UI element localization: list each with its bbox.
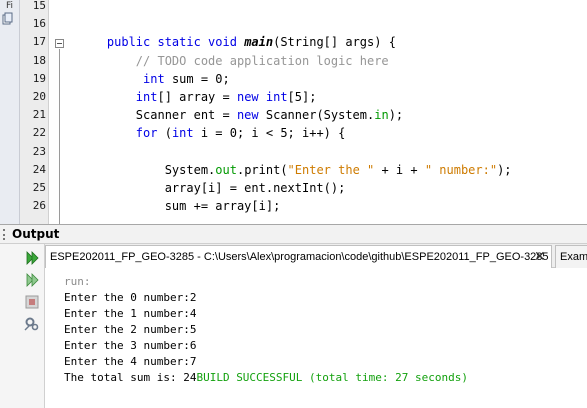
code-token: ); [388, 108, 404, 122]
settings-icon[interactable] [24, 316, 40, 332]
code-token: int [135, 90, 158, 104]
line-number: 21 [32, 108, 46, 121]
file-icon[interactable] [2, 12, 14, 26]
code-token: Scanner(System. [258, 108, 375, 122]
code-token: "Enter the " [287, 163, 375, 177]
line-number: 19 [32, 72, 46, 85]
code-token: sum = 0; [164, 72, 230, 86]
output-tab-label-second: Examl [560, 251, 587, 263]
output-tab-active[interactable]: ESPE202011_FP_GEO-3285 - C:\Users\Alex\p… [45, 245, 552, 268]
code-token: ( [157, 126, 172, 140]
code-token: + i + [374, 163, 425, 177]
console-sum-text: The total sum is: 24 [64, 371, 197, 384]
code-line[interactable]: public static void main(String[] args) { [78, 33, 396, 51]
line-number: 26 [32, 199, 46, 212]
close-icon[interactable]: ✕ [534, 249, 546, 265]
line-number: 17 [32, 35, 46, 48]
line-number: 20 [32, 90, 46, 103]
console-line: Enter the 3 number:6 [64, 339, 197, 352]
output-tab-bar: ESPE202011_FP_GEO-3285 - C:\Users\Alex\p… [45, 244, 587, 268]
line-number: 18 [32, 54, 46, 67]
code-line[interactable]: System.out.print("Enter the " + i + " nu… [78, 161, 512, 179]
code-token: [5]; [287, 90, 317, 104]
console-line: Enter the 4 number:7 [64, 355, 197, 368]
rerun-icon[interactable] [24, 250, 40, 266]
drag-handle-icon[interactable] [3, 229, 9, 240]
line-number: 25 [32, 181, 46, 194]
output-panel-title: Output [12, 227, 60, 241]
code-editor[interactable]: Fi public static void main(String[] args… [0, 0, 587, 224]
line-number: 24 [32, 163, 46, 176]
projects-side-strip[interactable]: Fi [0, 0, 20, 224]
code-token: main [244, 35, 274, 49]
code-token: new [236, 108, 259, 122]
code-token: // TODO code application logic here [135, 54, 389, 68]
code-token: int [171, 126, 194, 140]
output-tab-label: ESPE202011_FP_GEO-3285 - C:\Users\Alex\p… [50, 251, 549, 263]
output-toolbar [0, 244, 45, 408]
side-strip-label: Fi [5, 1, 14, 11]
fold-guide-line [59, 49, 60, 224]
line-number: 15 [32, 0, 46, 12]
fold-collapse-icon[interactable] [55, 39, 64, 48]
code-line[interactable]: Scanner ent = new Scanner(System.in); [78, 106, 403, 124]
console-line: Enter the 2 number:5 [64, 323, 197, 336]
code-token: " number:" [424, 163, 498, 177]
stop-icon[interactable] [24, 294, 40, 310]
code-token: System. [164, 163, 216, 177]
code-token: [] array = [157, 90, 237, 104]
output-console[interactable]: run: Enter the 0 number:2 Enter the 1 nu… [45, 269, 587, 408]
code-token: new int [236, 90, 288, 104]
code-line[interactable]: // TODO code application logic here [78, 52, 389, 70]
code-token: in [374, 108, 389, 122]
console-run-label: run: [64, 275, 91, 288]
build-status-text: BUILD SUCCESSFUL (total time: 27 seconds… [196, 371, 468, 384]
code-token: Scanner ent = [135, 108, 237, 122]
code-token: out [215, 163, 237, 177]
line-number: 16 [32, 17, 46, 30]
output-tab-second[interactable]: Examl [555, 245, 587, 268]
line-number: 23 [32, 145, 46, 158]
code-token: sum += array[i]; [164, 199, 281, 213]
console-line: Enter the 0 number:2 [64, 291, 197, 304]
code-token: array[i] = ent.nextInt(); [164, 181, 346, 195]
line-number: 22 [32, 126, 46, 139]
code-token: i = 0; i < 5; i++) { [193, 126, 346, 140]
console-final-line: The total sum is: 24BUILD SUCCESSFUL (to… [64, 370, 468, 386]
code-token: for [135, 126, 158, 140]
code-line[interactable]: int[] array = new int[5]; [78, 88, 317, 106]
code-line[interactable]: int sum = 0; [78, 70, 230, 88]
rerun-with-options-icon[interactable] [24, 272, 40, 288]
console-line: Enter the 1 number:4 [64, 307, 197, 320]
code-token: int [143, 72, 165, 86]
code-line[interactable]: sum += array[i]; [78, 197, 281, 215]
code-line[interactable]: array[i] = ent.nextInt(); [78, 179, 346, 197]
code-token: (String[] args) { [273, 35, 396, 49]
code-token: public static void [106, 35, 245, 49]
code-token: .print( [236, 163, 288, 177]
code-line[interactable]: for (int i = 0; i < 5; i++) { [78, 124, 346, 142]
code-token: ); [497, 163, 512, 177]
output-panel-header[interactable]: Output [0, 224, 587, 244]
